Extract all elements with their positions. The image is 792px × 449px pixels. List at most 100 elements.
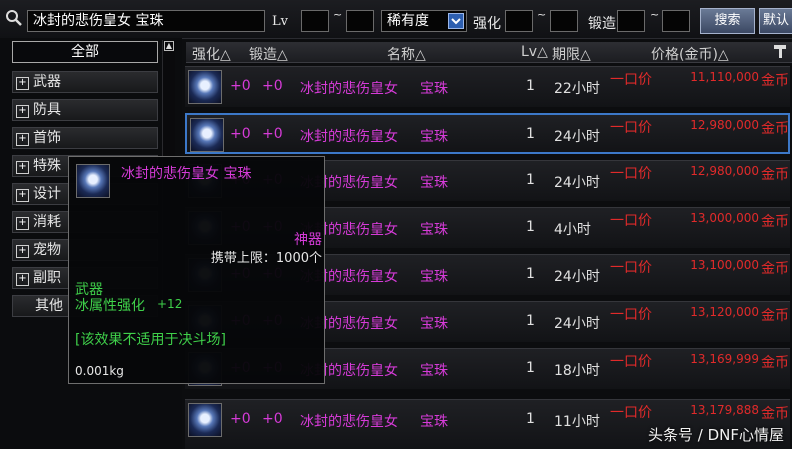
- row-forge: +0: [262, 411, 283, 427]
- search-bar: 冰封的悲伤皇女 宝珠 Lv ~ 稀有度 强化 ~ 锻造 ~ 搜索 默认: [0, 0, 792, 39]
- row-lv: 1: [526, 172, 535, 188]
- row-currency: 金币: [761, 261, 789, 277]
- row-price-type: 一口价: [610, 354, 652, 370]
- row-currency: 金币: [761, 121, 789, 137]
- row-price: 12,980,000: [690, 118, 759, 132]
- forge-max-input[interactable]: [662, 10, 690, 32]
- row-period: 18小时: [554, 363, 600, 379]
- row-price: 12,980,000: [690, 164, 759, 178]
- row-period: 24小时: [554, 269, 600, 285]
- tooltip-title: 冰封的悲伤皇女 宝珠: [121, 166, 252, 182]
- expand-icon[interactable]: +: [16, 77, 29, 90]
- row-forge: +0: [262, 126, 283, 142]
- row-lv: 1: [526, 411, 535, 427]
- column-period[interactable]: 期限△: [552, 44, 591, 64]
- enhance-tilde: ~: [537, 8, 547, 21]
- row-enhance: +0: [230, 78, 251, 94]
- category-label: 武器: [33, 74, 61, 90]
- forge-min-input[interactable]: [617, 10, 645, 32]
- table-row[interactable]: +0 +0 冰封的悲伤皇女 宝珠 1 22小时 一口价 11,110,000 金…: [185, 66, 790, 107]
- row-period: 22小时: [554, 81, 600, 97]
- category-all[interactable]: 全部: [12, 41, 158, 63]
- expand-icon[interactable]: +: [16, 105, 29, 118]
- expand-icon[interactable]: +: [16, 217, 29, 230]
- tooltip-carry-limit: 携带上限：1000个: [210, 251, 322, 266]
- category-label: 副职: [33, 270, 61, 286]
- row-price: 13,179,888: [690, 403, 759, 417]
- chevron-down-icon[interactable]: [448, 13, 464, 29]
- expand-icon[interactable]: +: [16, 245, 29, 258]
- forge-filter-label: 锻造: [588, 16, 616, 32]
- tooltip-rarity: 神器: [294, 232, 322, 248]
- category-label: 防具: [33, 102, 61, 118]
- watermark: 头条号 / DNF心情屋: [648, 426, 784, 444]
- orb-item-icon[interactable]: [188, 70, 222, 104]
- forge-tilde: ~: [650, 8, 660, 21]
- row-price-type: 一口价: [610, 72, 652, 88]
- rarity-dropdown-label: 稀有度: [387, 13, 429, 29]
- category-label: 设计: [33, 186, 61, 202]
- row-enhance: +0: [230, 126, 251, 142]
- category-armor[interactable]: + 防具: [12, 99, 158, 121]
- expand-icon[interactable]: +: [16, 189, 29, 202]
- column-enhance[interactable]: 强化△: [192, 44, 231, 64]
- row-price-type: 一口价: [610, 213, 652, 229]
- expand-icon[interactable]: +: [16, 273, 29, 286]
- expand-icon[interactable]: +: [16, 133, 29, 146]
- row-currency: 金币: [761, 73, 789, 89]
- expand-icon[interactable]: +: [16, 161, 29, 174]
- lv-max-input[interactable]: [346, 10, 374, 32]
- lv-label: Lv: [272, 14, 288, 29]
- row-currency: 金币: [761, 214, 789, 230]
- row-enhance: +0: [230, 411, 251, 427]
- row-lv: 1: [526, 266, 535, 282]
- row-period: 11小时: [554, 414, 600, 430]
- row-currency: 金币: [761, 406, 789, 422]
- row-name: 冰封的悲伤皇女: [300, 129, 398, 145]
- row-type: 宝珠: [420, 363, 448, 379]
- column-price[interactable]: 价格(金币)△: [651, 44, 729, 64]
- column-lv[interactable]: Lv△: [521, 44, 548, 60]
- row-price: 13,169,999: [690, 352, 759, 366]
- row-price-type: 一口价: [610, 260, 652, 276]
- row-type: 宝珠: [420, 316, 448, 332]
- row-lv: 1: [526, 219, 535, 235]
- tooltip-stat-name: 冰属性强化: [75, 298, 145, 314]
- default-button[interactable]: 默认: [759, 8, 792, 34]
- row-period: 4小时: [554, 222, 591, 238]
- row-price-type: 一口价: [610, 405, 652, 421]
- row-currency: 金币: [761, 308, 789, 324]
- row-price: 11,110,000: [690, 70, 759, 84]
- enhance-max-input[interactable]: [550, 10, 578, 32]
- row-name: 冰封的悲伤皇女: [300, 414, 398, 430]
- rarity-dropdown[interactable]: 稀有度: [381, 10, 467, 32]
- row-price: 13,000,000: [690, 211, 759, 225]
- category-label: 特殊: [33, 158, 61, 174]
- column-name[interactable]: 名称△: [387, 44, 426, 64]
- category-accessory[interactable]: + 首饰: [12, 127, 158, 149]
- search-button[interactable]: 搜索: [700, 8, 755, 34]
- row-lv: 1: [526, 313, 535, 329]
- row-price-type: 一口价: [610, 166, 652, 182]
- lv-min-input[interactable]: [301, 10, 329, 32]
- row-name: 冰封的悲伤皇女: [300, 81, 398, 97]
- orb-item-icon[interactable]: [188, 403, 222, 437]
- hammer-icon[interactable]: [772, 43, 788, 63]
- category-label: 消耗: [33, 214, 61, 230]
- row-period: 24小时: [554, 175, 600, 191]
- orb-item-icon[interactable]: [190, 118, 224, 152]
- enhance-min-input[interactable]: [505, 10, 533, 32]
- table-row[interactable]: +0 +0 冰封的悲伤皇女 宝珠 1 24小时 一口价 12,980,000 金…: [185, 113, 790, 154]
- item-tooltip: 冰封的悲伤皇女 宝珠 神器 携带上限：1000个 武器 冰属性强化 +12 [该…: [68, 156, 325, 384]
- row-price-type: 一口价: [610, 120, 652, 136]
- category-weapon[interactable]: + 武器: [12, 71, 158, 93]
- row-period: 24小时: [554, 129, 600, 145]
- search-input[interactable]: 冰封的悲伤皇女 宝珠: [27, 10, 265, 32]
- tooltip-note: [该效果不适用于决斗场]: [75, 332, 226, 348]
- enhance-filter-label: 强化: [473, 16, 501, 32]
- row-lv: 1: [526, 126, 535, 142]
- column-forge[interactable]: 锻造△: [249, 44, 288, 64]
- row-price: 13,120,000: [690, 305, 759, 319]
- scroll-up-icon[interactable]: ▲: [164, 41, 174, 51]
- tooltip-orb-icon: [76, 164, 110, 198]
